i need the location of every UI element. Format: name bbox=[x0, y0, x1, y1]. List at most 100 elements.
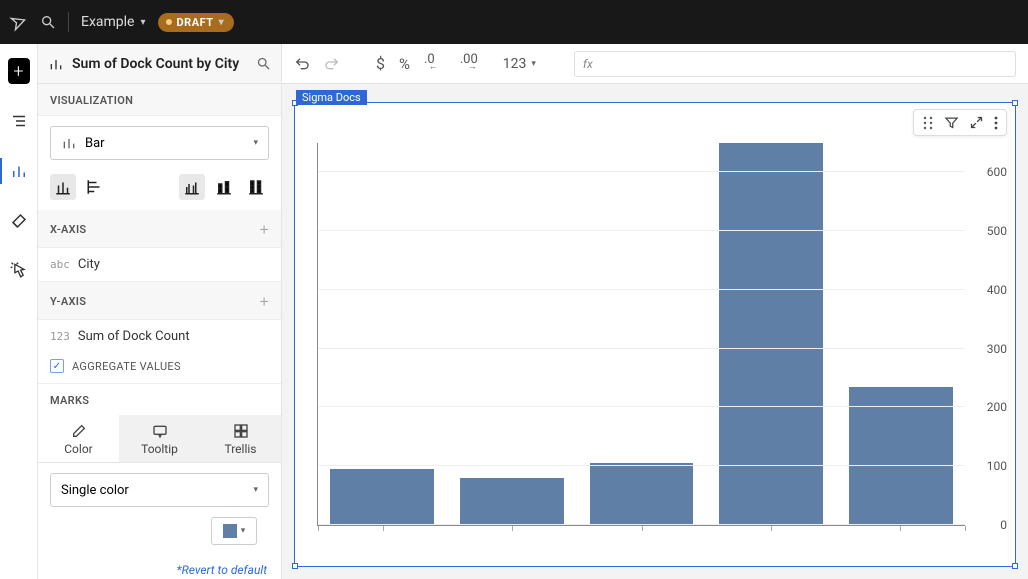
expand-icon[interactable] bbox=[969, 115, 984, 130]
gridline bbox=[318, 524, 965, 525]
marks-tabs: Color Tooltip Trellis bbox=[38, 415, 281, 463]
panel-header: Sum of Dock Count by City bbox=[38, 44, 281, 84]
rail-format[interactable] bbox=[8, 210, 30, 232]
aggregate-toggle[interactable]: ✓ AGGREGATE VALUES bbox=[38, 353, 281, 384]
tab-tooltip[interactable]: Tooltip bbox=[119, 415, 200, 462]
formula-bar[interactable]: fx bbox=[574, 51, 1016, 77]
status-text: DRAFT bbox=[177, 16, 214, 29]
search-icon[interactable] bbox=[40, 14, 56, 30]
gridline bbox=[318, 289, 965, 290]
gridline bbox=[318, 171, 965, 172]
vertical-bar-button[interactable] bbox=[50, 174, 76, 200]
x-tick bbox=[642, 526, 643, 531]
element-toolbar bbox=[913, 109, 1007, 136]
workspace-dropdown[interactable]: Example ▾ bbox=[81, 14, 146, 30]
nav-rail: + bbox=[0, 44, 38, 579]
resize-handle[interactable] bbox=[1012, 563, 1018, 569]
visualization-type-value: Bar bbox=[85, 136, 105, 151]
chart-icon bbox=[48, 56, 64, 72]
app-logo-icon[interactable] bbox=[7, 10, 30, 33]
chevron-down-icon: ▾ bbox=[253, 485, 258, 495]
redo-button[interactable] bbox=[324, 56, 340, 72]
percent-button[interactable]: % bbox=[399, 55, 410, 73]
number-type-icon: 123 bbox=[50, 330, 70, 343]
chevron-down-icon: ▾ bbox=[140, 17, 145, 28]
more-icon[interactable] bbox=[994, 116, 998, 130]
number-format-dropdown[interactable]: 123▾ bbox=[503, 56, 536, 72]
percent-bar-button[interactable] bbox=[243, 174, 269, 200]
increase-decimal-button[interactable]: .00→ bbox=[460, 56, 489, 71]
rail-chart[interactable] bbox=[8, 160, 30, 182]
tab-trellis[interactable]: Trellis bbox=[200, 415, 281, 462]
rail-outline[interactable] bbox=[8, 110, 30, 132]
checkbox-checked-icon: ✓ bbox=[50, 359, 64, 373]
chart-plot-area: 0100200300400500600 bbox=[317, 143, 965, 526]
bar[interactable] bbox=[849, 387, 953, 525]
y-tick-label: 0 bbox=[1000, 518, 1007, 532]
bar[interactable] bbox=[460, 478, 564, 525]
yaxis-section-label: Y-AXIS + bbox=[38, 282, 281, 320]
status-dot-icon bbox=[166, 19, 172, 25]
add-xaxis-button[interactable]: + bbox=[260, 220, 269, 239]
text-type-icon: abc bbox=[50, 258, 70, 271]
gridline bbox=[318, 230, 965, 231]
canvas[interactable]: Sigma Docs 0100200300400500600 bbox=[282, 84, 1028, 579]
color-swatch-picker[interactable]: ▾ bbox=[211, 517, 257, 545]
marks-section-label: MARKS bbox=[38, 384, 281, 415]
chevron-down-icon: ▾ bbox=[241, 526, 246, 536]
undo-button[interactable] bbox=[294, 56, 310, 72]
config-panel: Sum of Dock Count by City VISUALIZATION … bbox=[38, 44, 282, 579]
visualization-section-label: VISUALIZATION bbox=[38, 84, 281, 116]
stacked-bar-button[interactable] bbox=[211, 174, 237, 200]
format-toolbar: $ % .0← .00→ 123▾ fx bbox=[282, 44, 1028, 84]
gridline bbox=[318, 465, 965, 466]
decrease-decimal-button[interactable]: .0← bbox=[424, 56, 446, 71]
y-tick-label: 200 bbox=[987, 400, 1007, 414]
panel-title: Sum of Dock Count by City bbox=[72, 56, 248, 72]
filter-icon[interactable] bbox=[944, 115, 959, 130]
yaxis-field[interactable]: 123 Sum of Dock Count bbox=[38, 320, 281, 353]
resize-handle[interactable] bbox=[292, 563, 298, 569]
workspace-name: Example bbox=[81, 14, 134, 30]
tab-color[interactable]: Color bbox=[38, 415, 119, 462]
revert-default-link[interactable]: *Revert to default bbox=[177, 563, 267, 577]
drag-handle-icon[interactable] bbox=[922, 116, 934, 130]
chevron-down-icon: ▾ bbox=[253, 138, 258, 148]
yaxis-field-name: Sum of Dock Count bbox=[78, 329, 190, 344]
horizontal-bar-button[interactable] bbox=[82, 174, 108, 200]
visualization-type-select[interactable]: Bar ▾ bbox=[50, 126, 269, 160]
bar-orientation-row bbox=[38, 170, 281, 210]
add-element-button[interactable]: + bbox=[8, 60, 30, 82]
color-mode-select[interactable]: Single color ▾ bbox=[50, 473, 269, 507]
add-yaxis-button[interactable]: + bbox=[260, 292, 269, 311]
x-tick bbox=[512, 526, 513, 531]
selected-element[interactable]: 0100200300400500600 bbox=[294, 102, 1016, 567]
y-tick-label: 300 bbox=[987, 342, 1007, 356]
status-badge[interactable]: DRAFT ▾ bbox=[158, 13, 235, 32]
grouped-bar-button[interactable] bbox=[179, 174, 205, 200]
search-icon[interactable] bbox=[256, 56, 271, 71]
bar[interactable] bbox=[590, 463, 694, 525]
currency-button[interactable]: $ bbox=[376, 54, 385, 73]
bar-icon bbox=[61, 135, 77, 151]
x-tick bbox=[965, 526, 966, 531]
bar[interactable] bbox=[719, 143, 823, 525]
x-tick bbox=[383, 526, 384, 531]
resize-handle[interactable] bbox=[1012, 100, 1018, 106]
xaxis-field[interactable]: abc City bbox=[38, 248, 281, 282]
y-tick-label: 500 bbox=[987, 224, 1007, 238]
y-tick-label: 600 bbox=[987, 165, 1007, 179]
x-tick bbox=[318, 526, 319, 531]
rail-actions[interactable] bbox=[8, 260, 30, 282]
x-tick bbox=[900, 526, 901, 531]
divider bbox=[68, 12, 69, 32]
y-tick-label: 100 bbox=[987, 459, 1007, 473]
xaxis-field-name: City bbox=[78, 257, 100, 272]
x-tick bbox=[771, 526, 772, 531]
selection-label: Sigma Docs bbox=[296, 90, 367, 105]
topbar: Example ▾ DRAFT ▾ bbox=[0, 0, 1028, 44]
aggregate-label: AGGREGATE VALUES bbox=[72, 360, 181, 373]
chevron-down-icon: ▾ bbox=[219, 17, 225, 28]
main-area: $ % .0← .00→ 123▾ fx Sigma Docs bbox=[282, 44, 1028, 579]
bar[interactable] bbox=[330, 469, 434, 525]
